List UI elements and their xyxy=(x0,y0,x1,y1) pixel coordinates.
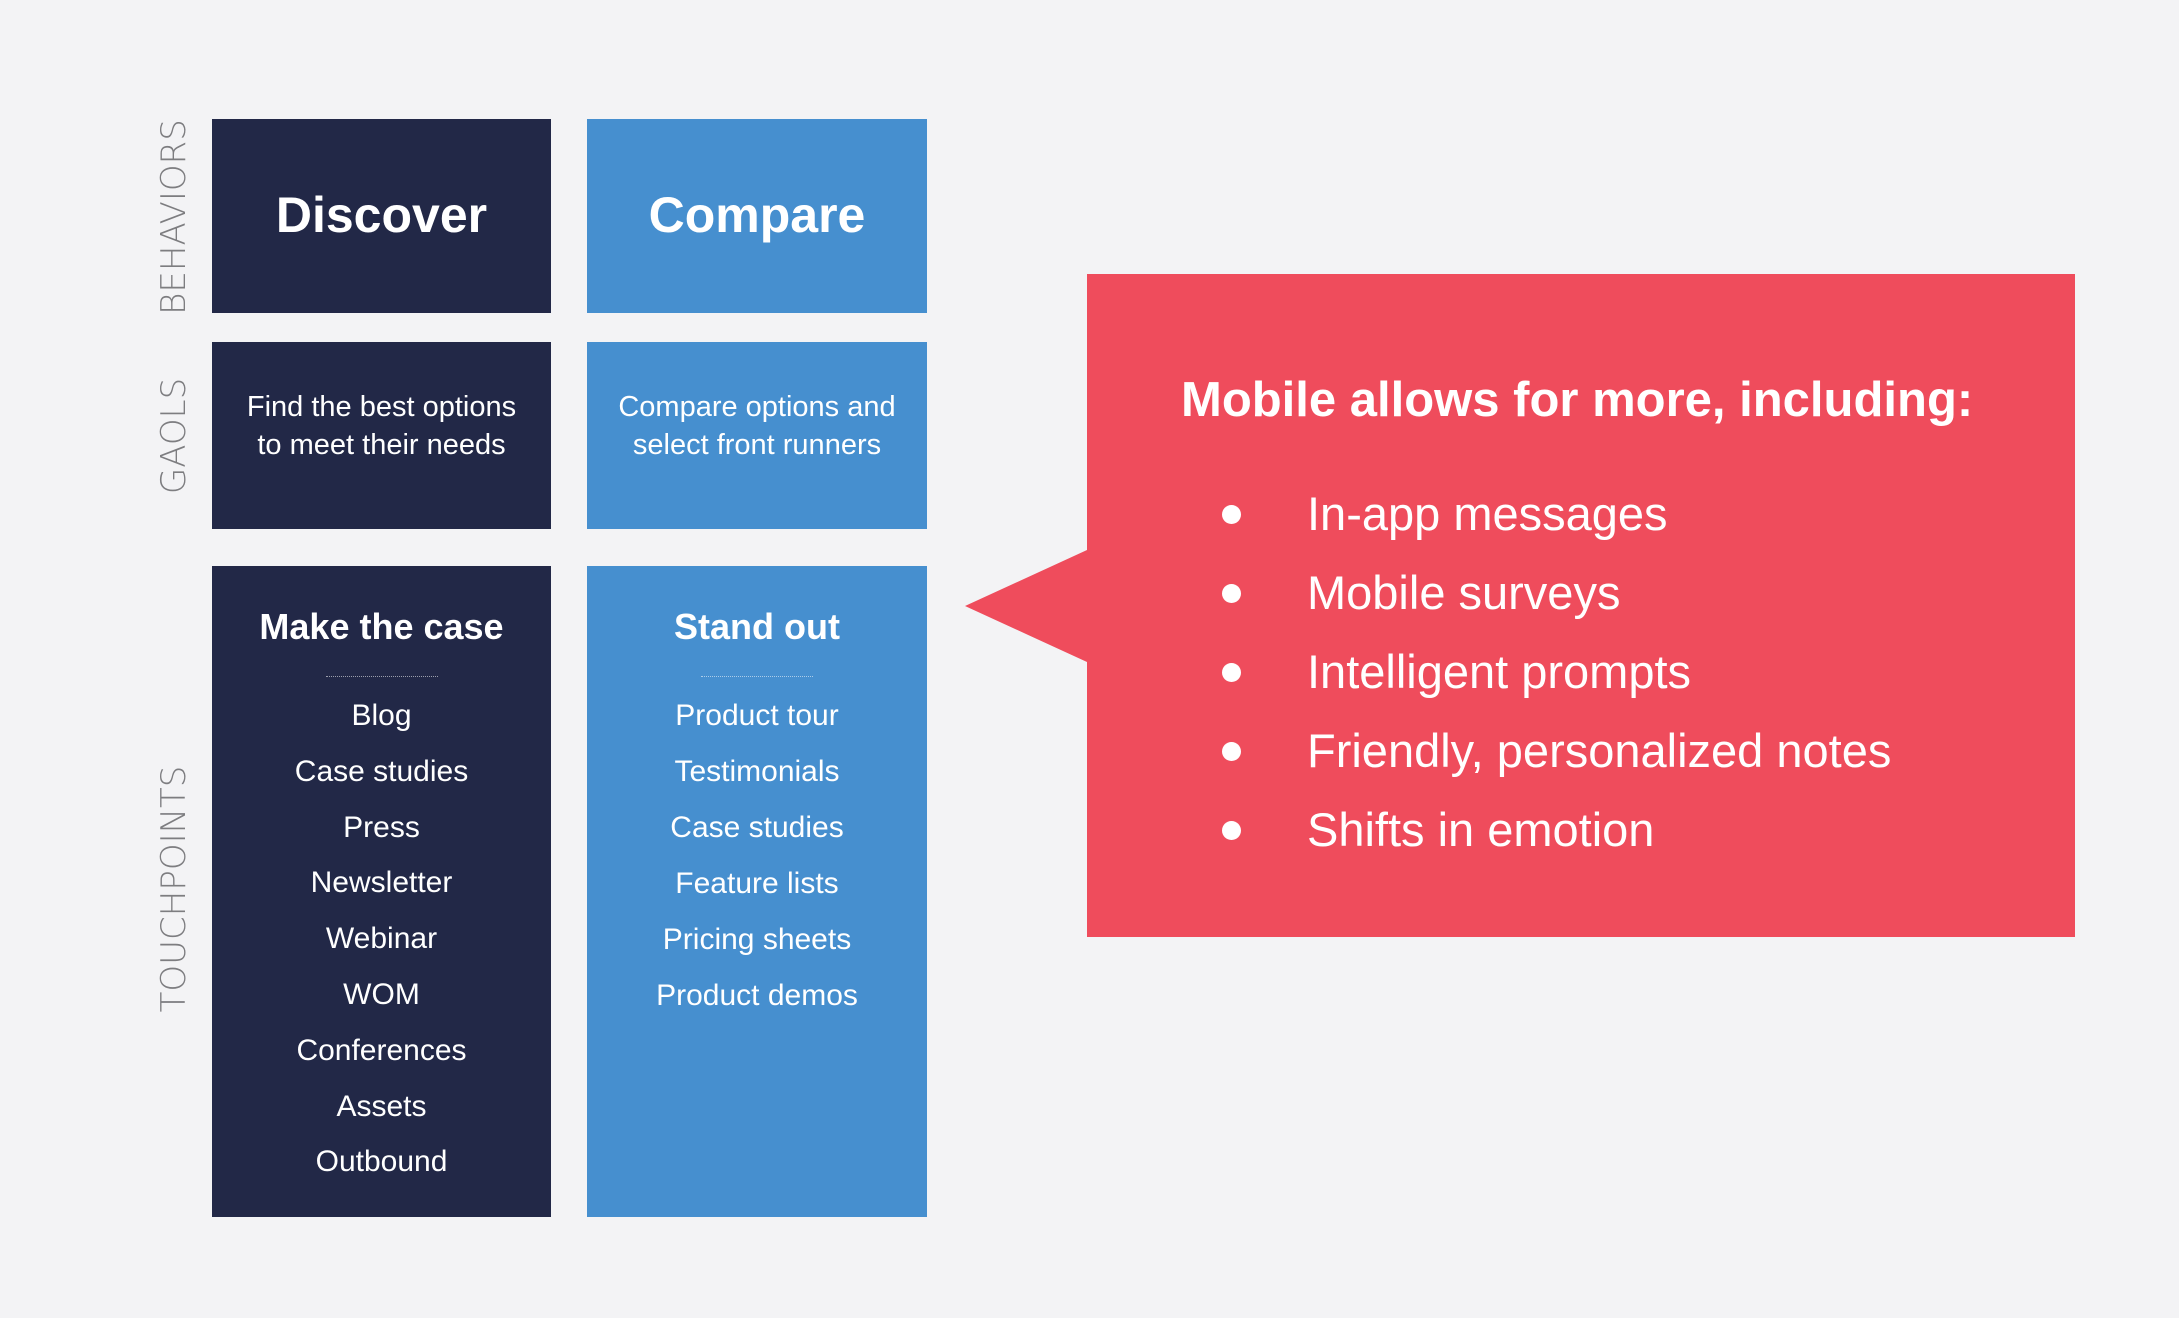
callout-item-text: Shifts in emotion xyxy=(1307,803,1655,856)
callout-item-text: In-app messages xyxy=(1307,487,1668,540)
bullet-icon xyxy=(1222,662,1241,682)
bullet-icon xyxy=(1222,741,1241,761)
callout-item: Intelligent prompts xyxy=(1222,632,1891,711)
callout-list: In-app messages Mobile surveys Intellige… xyxy=(1222,474,1892,869)
mobile-callout: Mobile allows for more, including: In-ap… xyxy=(1087,274,2075,937)
callout-item-text: Friendly, personalized notes xyxy=(1307,724,1892,777)
bullet-icon xyxy=(1222,820,1241,840)
bullet-icon xyxy=(1222,583,1241,603)
callout-item: Shifts in emotion xyxy=(1222,790,1891,869)
callout-item-text: Intelligent prompts xyxy=(1307,645,1692,698)
bullet-icon xyxy=(1222,504,1241,524)
callout-item-text: Mobile surveys xyxy=(1307,566,1621,619)
callout-item: Mobile surveys xyxy=(1222,553,1891,632)
callout-item: In-app messages xyxy=(1222,474,1891,553)
callout-item: Friendly, personalized notes xyxy=(1222,711,1892,790)
callout-title: Mobile allows for more, including: xyxy=(1181,373,1974,427)
